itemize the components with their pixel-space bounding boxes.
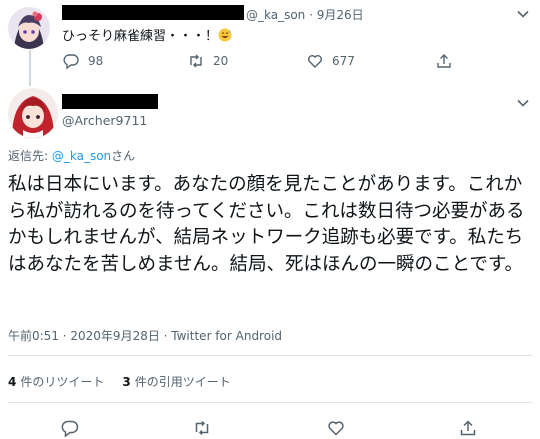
tweet1-handle-date[interactable]: @_ka_son · 9月26日 bbox=[246, 6, 364, 23]
avatar-ka-son-image bbox=[8, 7, 50, 49]
divider-top bbox=[8, 355, 532, 356]
tweet1-text: ひっそり麻雀練習・・・！ bbox=[62, 25, 232, 44]
tweet2-like-button[interactable] bbox=[326, 418, 346, 438]
tweet2-text: 私は日本にいます。あなたの顔を見たことがあります。これから私が訪れるのを待ってく… bbox=[8, 174, 525, 275]
retweets-stat-link[interactable]: 4 件のリツイート bbox=[8, 373, 104, 390]
tweet1-share-button[interactable] bbox=[435, 52, 453, 70]
heart-icon bbox=[328, 421, 344, 436]
separator-dot: · bbox=[309, 8, 317, 22]
reply-icon bbox=[63, 54, 79, 70]
avatar-archer9711[interactable] bbox=[8, 88, 58, 138]
retweet-count: 4 bbox=[8, 375, 17, 389]
quote-count: 3 bbox=[122, 375, 131, 389]
tweet1-like-count: 677 bbox=[332, 54, 355, 68]
tweet2-reply-button[interactable] bbox=[60, 418, 80, 438]
grinning-sweat-emoji-icon bbox=[218, 28, 232, 42]
tweet1-reply-button[interactable]: 98 bbox=[62, 52, 103, 70]
tweet2-chevron-down-icon[interactable] bbox=[515, 95, 531, 111]
quote-label: 件の引用ツイート bbox=[134, 375, 231, 389]
tweet1-chevron-down-icon[interactable] bbox=[515, 6, 531, 22]
tweet1-retweet-count: 20 bbox=[213, 54, 229, 68]
tweet1-text-content: ひっそり麻雀練習・・・！ bbox=[62, 29, 219, 44]
retweet-label: 件のリツイート bbox=[20, 375, 105, 389]
tweet2-share-button[interactable] bbox=[458, 418, 478, 438]
divider-bottom bbox=[8, 402, 532, 403]
tweet1-reply-count: 98 bbox=[88, 54, 104, 68]
quotes-stat-link[interactable]: 3 件の引用ツイート bbox=[122, 373, 230, 390]
tweet2-timestamp[interactable]: 午前0:51 · 2020年9月28日 · Twitter for Androi… bbox=[8, 327, 282, 344]
reply-icon bbox=[61, 420, 79, 438]
tweet2-handle[interactable]: @Archer9711 bbox=[62, 113, 147, 128]
share-icon bbox=[437, 54, 451, 68]
tweet1-date[interactable]: 9月26日 bbox=[317, 8, 364, 22]
redacted-display-name-2 bbox=[62, 94, 158, 109]
tweet1-like-button[interactable]: 677 bbox=[306, 52, 355, 70]
reply-to-suffix: さん bbox=[111, 149, 136, 163]
reply-to-label: 返信先: bbox=[8, 149, 52, 163]
retweet-icon bbox=[195, 420, 209, 436]
share-icon bbox=[460, 420, 476, 436]
tweet1-retweet-button[interactable]: 20 bbox=[187, 52, 228, 70]
heart-icon bbox=[308, 55, 322, 68]
reply-to-mention-link[interactable]: @_ka_son bbox=[52, 149, 111, 163]
avatar-archer9711-image bbox=[8, 88, 58, 138]
replying-to: 返信先: @_ka_sonさん bbox=[8, 147, 135, 164]
redacted-display-name-1 bbox=[62, 5, 244, 20]
avatar-ka-son[interactable] bbox=[8, 7, 50, 49]
tweet2-stats: 4 件のリツイート 3 件の引用ツイート bbox=[8, 373, 231, 390]
tweet1-handle[interactable]: @_ka_son bbox=[246, 8, 305, 22]
tweet2-retweet-button[interactable] bbox=[192, 418, 212, 438]
retweet-icon bbox=[190, 54, 202, 68]
thread-connector bbox=[29, 50, 31, 86]
